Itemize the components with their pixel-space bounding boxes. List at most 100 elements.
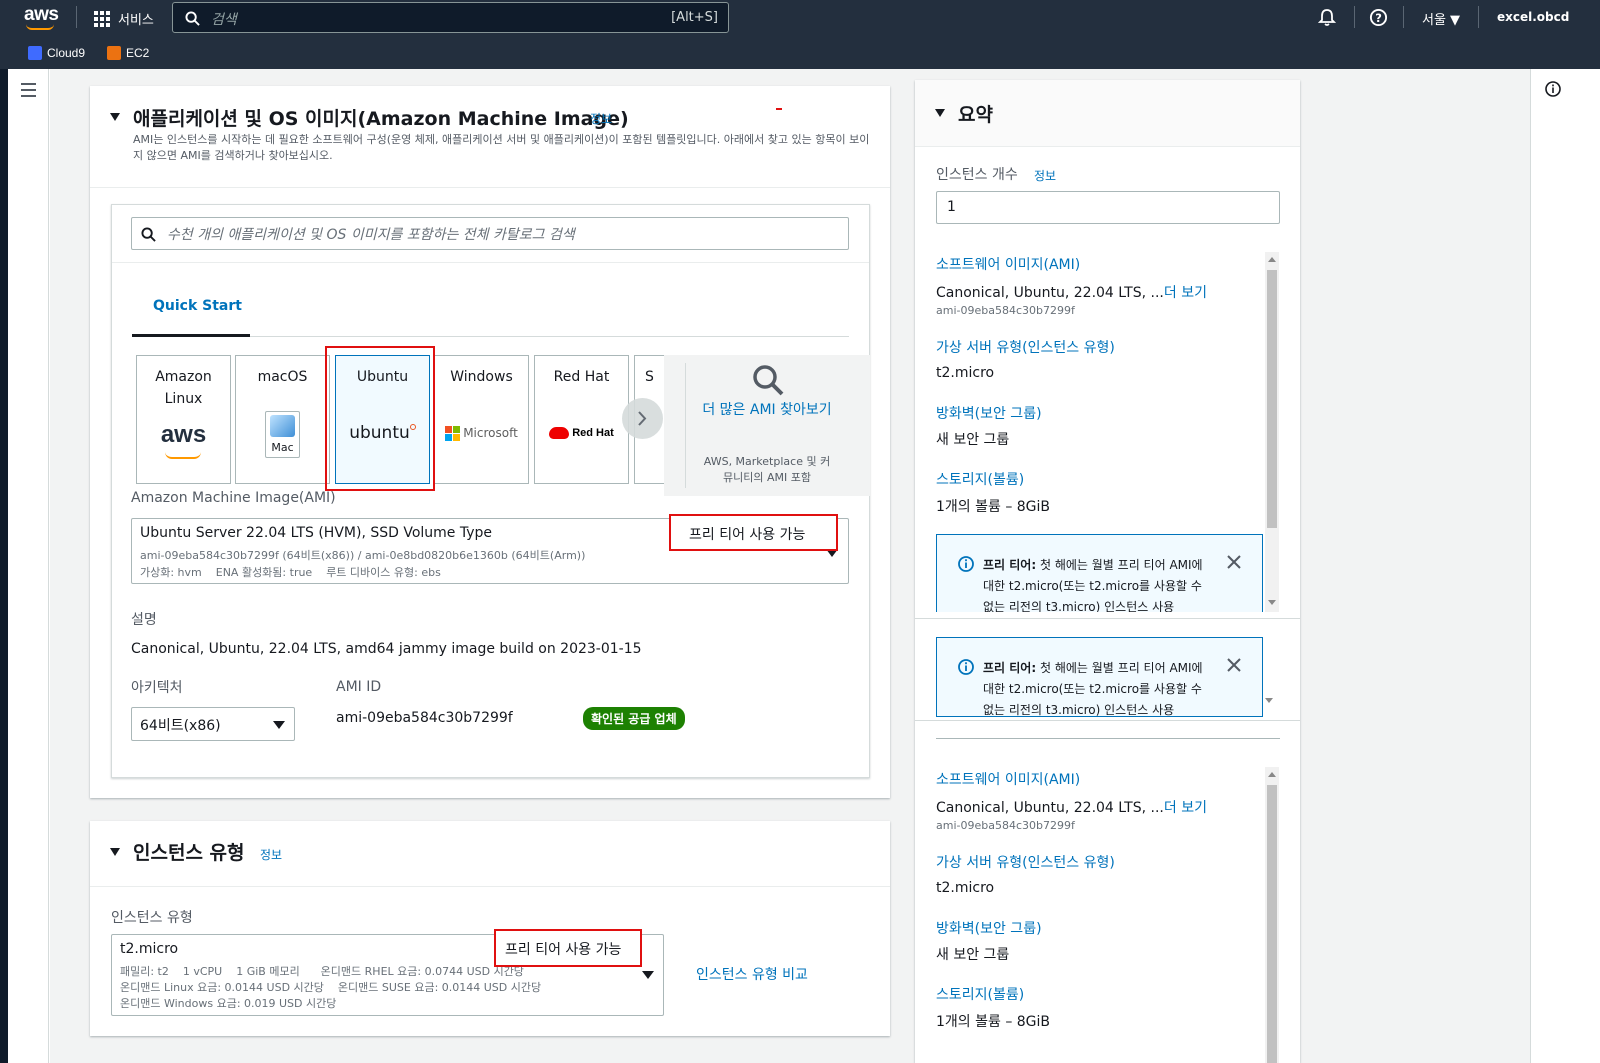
summary-instance-type-value: t2.micro xyxy=(936,365,995,381)
microsoft-logo-icon: Microsoft xyxy=(435,422,528,444)
scrollbar[interactable] xyxy=(1265,767,1279,1063)
summary-instance-type-link[interactable]: 가상 서버 유형(인스턴스 유형) xyxy=(936,337,1115,357)
summary-scroll-area-2: 소프트웨어 이미지(AMI) Canonical, Ubuntu, 22.04 … xyxy=(915,767,1300,1063)
architecture-value: 64비트(x86) xyxy=(140,718,221,734)
summary-ami-value: Canonical, Ubuntu, 22.04 LTS, ... xyxy=(936,285,1164,301)
free-tier-badge: 프리 티어 사용 가능 xyxy=(505,942,622,958)
services-label: 서비스 xyxy=(118,13,154,28)
chevron-down-icon xyxy=(642,971,654,979)
browse-more-panel[interactable]: 더 많은 AMI 찾아보기 AWS, Marketplace 및 커뮤니티의 A… xyxy=(664,355,870,496)
instance-count-label: 인스턴스 개수 xyxy=(936,167,1018,183)
summary-firewall-link[interactable]: 방화벽(보안 그룹) xyxy=(936,918,1042,938)
top-navigation: aws 서비스 검색 [Alt+S] ? 서울 ▼ excel.obcd Clo… xyxy=(0,0,1600,69)
instance-count-input[interactable]: 1 xyxy=(936,191,1280,224)
architecture-label: 아키텍처 xyxy=(131,680,183,696)
summary-title: 요약 xyxy=(958,104,993,126)
ami-id-value: ami-09eba584c30b7299f xyxy=(336,710,513,726)
search-icon xyxy=(185,11,200,26)
scrollbar[interactable] xyxy=(1265,252,1279,612)
architecture-select[interactable]: 64비트(x86) xyxy=(131,707,295,741)
close-icon[interactable] xyxy=(1227,658,1241,672)
ami-selected-ids: ami-09eba584c30b7299f (64비트(x86)) / ami-… xyxy=(140,549,586,562)
ec2-icon xyxy=(107,46,121,60)
summary-storage-link[interactable]: 스토리지(볼륨) xyxy=(936,984,1024,1004)
cloud9-icon xyxy=(28,46,42,60)
ami-tile-windows[interactable]: Windows Microsoft xyxy=(434,355,529,484)
ami-catalog-search[interactable]: 수천 개의 애플리케이션 및 OS 이미지를 포함하는 전체 카탈로그 검색 xyxy=(131,217,849,250)
help-icon[interactable]: ? xyxy=(1369,8,1388,27)
ami-tile-amazon-linux[interactable]: Amazon Linux aws xyxy=(136,355,231,484)
notification-bell-icon[interactable] xyxy=(1318,8,1336,27)
ami-search-placeholder: 수천 개의 애플리케이션 및 OS 이미지를 포함하는 전체 카탈로그 검색 xyxy=(167,227,575,243)
services-menu[interactable]: 서비스 xyxy=(94,9,154,28)
tile-label: Amazon Linux xyxy=(155,369,212,407)
favorite-ec2[interactable]: EC2 xyxy=(107,46,149,60)
redhat-logo-icon: Red Hat xyxy=(535,422,628,444)
instance-info-link[interactable]: 정보 xyxy=(260,846,282,863)
ami-tile-redhat[interactable]: Red Hat Red Hat xyxy=(534,355,629,484)
region-selector[interactable]: 서울 ▼ xyxy=(1422,9,1460,28)
browse-more-subtitle: AWS, Marketplace 및 커뮤니티의 AMI 포함 xyxy=(703,455,831,484)
search-placeholder: 검색 xyxy=(211,12,237,28)
compare-instance-types-link[interactable]: 인스턴스 유형 비교 xyxy=(696,964,808,984)
free-tier-alert: 프리 티어: 첫 해에는 월별 프리 티어 AMI에 대한 t2.micro(또… xyxy=(936,534,1263,612)
free-tier-alert-duplicate: 프리 티어: 첫 해에는 월별 프리 티어 AMI에 대한 t2.micro(또… xyxy=(936,637,1263,717)
highlight-free-tier-instance: 프리 티어 사용 가능 xyxy=(494,929,642,967)
search-icon xyxy=(141,227,156,242)
tools-panel xyxy=(1530,69,1600,1063)
ami-tile-macos[interactable]: macOS Mac xyxy=(235,355,330,484)
services-grid-icon xyxy=(94,10,110,27)
collapse-summary-icon[interactable] xyxy=(935,109,945,117)
favorite-cloud9[interactable]: Cloud9 xyxy=(28,46,85,60)
summary-firewall-value: 새 보안 그룹 xyxy=(936,432,1010,448)
ami-selected-name: Ubuntu Server 22.04 LTS (HVM), SSD Volum… xyxy=(140,525,493,541)
instance-count-info-link[interactable]: 정보 xyxy=(1034,167,1056,184)
window-edge xyxy=(0,69,8,1063)
summary-more-link[interactable]: 더 보기 xyxy=(1164,800,1207,816)
ami-select-label: Amazon Machine Image(AMI) xyxy=(131,490,336,506)
chevron-down-icon xyxy=(273,721,285,729)
highlight-free-tier-ami: 프리 티어 사용 가능 xyxy=(669,514,838,551)
side-navigation xyxy=(8,69,49,1063)
summary-storage-link[interactable]: 스토리지(볼륨) xyxy=(936,469,1024,489)
instance-section-title: 인스턴스 유형 xyxy=(133,842,245,864)
red-mark xyxy=(776,108,782,110)
summary-instance-type-value: t2.micro xyxy=(936,880,995,896)
close-icon[interactable] xyxy=(1227,555,1241,569)
tab-quick-start[interactable]: Quick Start xyxy=(153,298,242,314)
summary-ami-link[interactable]: 소프트웨어 이미지(AMI) xyxy=(936,769,1080,789)
info-icon xyxy=(958,556,974,572)
chevron-right-icon xyxy=(638,411,647,426)
summary-firewall-value: 새 보안 그룹 xyxy=(936,947,1010,963)
svg-text:?: ? xyxy=(1375,11,1382,25)
summary-more-link[interactable]: 더 보기 xyxy=(1164,285,1207,301)
summary-firewall-link[interactable]: 방화벽(보안 그룹) xyxy=(936,403,1042,423)
account-menu[interactable]: excel.obcd xyxy=(1497,10,1569,24)
info-icon xyxy=(958,659,974,675)
tile-label: S xyxy=(645,369,654,385)
global-search-input[interactable]: 검색 [Alt+S] xyxy=(172,2,729,33)
summary-storage-value: 1개의 볼륨 – 8GiB xyxy=(936,1014,1051,1030)
free-tier-badge: 프리 티어 사용 가능 xyxy=(689,527,806,543)
instance-count-value: 1 xyxy=(947,199,956,215)
ami-id-label: AMI ID xyxy=(336,679,382,695)
browse-more-link[interactable]: 더 많은 AMI 찾아보기 xyxy=(701,400,833,421)
aws-logo[interactable]: aws xyxy=(24,4,59,30)
tiles-next-button[interactable] xyxy=(622,398,663,439)
collapse-ami-icon[interactable] xyxy=(110,113,120,121)
search-shortcut: [Alt+S] xyxy=(671,10,718,25)
tile-label: Windows xyxy=(450,369,513,385)
summary-instance-type-link[interactable]: 가상 서버 유형(인스턴스 유형) xyxy=(936,852,1115,872)
menu-icon[interactable] xyxy=(21,83,36,101)
ami-info-link[interactable]: 정보 xyxy=(590,110,612,127)
info-panel-icon[interactable] xyxy=(1545,81,1561,97)
collapse-instance-icon[interactable] xyxy=(110,848,120,856)
tile-label: Red Hat xyxy=(553,369,610,385)
instance-details-3: 온디맨드 Windows 요금: 0.019 USD 시간당 xyxy=(120,997,337,1010)
aws-logo-icon: aws xyxy=(137,423,230,459)
scroll-down-arrow[interactable] xyxy=(1265,698,1273,703)
instance-details-1: 패밀리: t2 1 vCPU 1 GiB 메모리 온디맨드 RHEL 요금: 0… xyxy=(120,965,524,978)
mac-logo-icon: Mac xyxy=(265,411,300,458)
summary-ami-link[interactable]: 소프트웨어 이미지(AMI) xyxy=(936,254,1080,274)
tab-active-indicator xyxy=(132,334,250,337)
